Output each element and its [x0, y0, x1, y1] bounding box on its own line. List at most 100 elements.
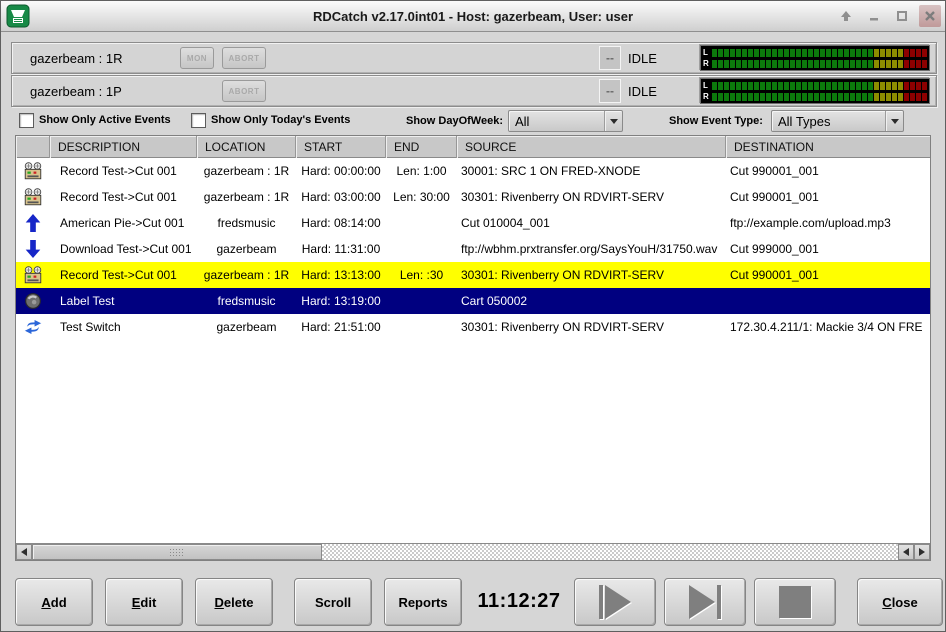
event-description: Record Test->Cut 001 [50, 164, 197, 178]
play-button[interactable] [574, 578, 656, 626]
minimize-icon [868, 10, 880, 22]
arrow-right-icon [919, 548, 925, 556]
column-header-end[interactable]: END [386, 136, 457, 158]
event-source: 30001: SRC 1 ON FRED-XNODE [457, 164, 726, 178]
event-description: Download Test->Cut 001 [50, 242, 197, 256]
close-icon [924, 10, 936, 22]
stop-button[interactable] [754, 578, 836, 626]
show-today-events-checkbox[interactable] [191, 113, 206, 128]
event-location: gazerbeam [197, 242, 296, 256]
maximize-icon [896, 10, 908, 22]
event-start: Hard: 08:14:00 [296, 216, 386, 230]
show-active-events-label: Show Only Active Events [39, 114, 171, 126]
event-location: gazerbeam : 1R [197, 164, 296, 178]
filter-bar: Show Only Active Events Show Only Today'… [1, 109, 945, 135]
reports-button[interactable]: Reports [384, 578, 462, 626]
event-location: fredsmusic [197, 294, 296, 308]
play-to-end-icon [689, 585, 721, 619]
event-source: Cart 050002 [457, 294, 726, 308]
edit-button[interactable]: Edit [105, 578, 183, 626]
play-deck-panel: gazerbeam : 1P ABORT -- IDLE L R [11, 75, 937, 107]
arrow-left-icon [903, 548, 909, 556]
record-deck-panel: gazerbeam : 1R MON ABORT -- IDLE L R [11, 42, 937, 74]
window-title: RDCatch v2.17.0int01 - Host: gazerbeam, … [1, 9, 945, 24]
column-header-source[interactable]: SOURCE [457, 136, 726, 158]
event-description: Record Test->Cut 001 [50, 190, 197, 204]
event-table-row[interactable]: Label Test fredsmusic Hard: 13:19:00 Car… [16, 288, 930, 314]
column-header-location[interactable]: LOCATION [197, 136, 296, 158]
event-location: fredsmusic [197, 216, 296, 230]
arrow-left-icon [21, 548, 27, 556]
eventtype-select[interactable]: All Types [771, 110, 904, 132]
play-next-button[interactable] [664, 578, 746, 626]
meter-right-label: R [703, 92, 712, 101]
event-table-body: Record Test->Cut 001 gazerbeam : 1R Hard… [16, 158, 930, 543]
add-button[interactable]: Add [15, 578, 93, 626]
event-end: Len: 1:00 [386, 164, 457, 178]
chevron-down-icon [604, 111, 622, 131]
event-source: Cut 010004_001 [457, 216, 726, 230]
scroll-button[interactable]: Scroll [294, 578, 372, 626]
event-end: Len: :30 [386, 268, 457, 282]
column-header-destination[interactable]: DESTINATION [726, 136, 930, 158]
abort-button[interactable]: ABORT [222, 80, 266, 102]
event-start: Hard: 13:13:00 [296, 268, 386, 282]
title-bar: RDCatch v2.17.0int01 - Host: gazerbeam, … [1, 1, 945, 32]
download-event-icon [23, 240, 43, 258]
scrollbar-thumb[interactable] [32, 544, 322, 560]
column-header-description[interactable]: DESCRIPTION [50, 136, 197, 158]
event-description: Label Test [50, 294, 197, 308]
audio-level-meter: L R [700, 78, 930, 104]
event-description: Test Switch [50, 320, 197, 334]
scroll-right-button[interactable] [914, 544, 930, 560]
event-location: gazerbeam : 1R [197, 268, 296, 282]
scrollbar-track[interactable] [322, 544, 898, 560]
column-header-start[interactable]: START [296, 136, 386, 158]
deck-name: gazerbeam : 1P [30, 84, 180, 99]
stop-icon [779, 586, 811, 618]
event-description: American Pie->Cut 001 [50, 216, 197, 230]
upload-event-icon [23, 214, 43, 232]
switch-event-icon [23, 318, 43, 336]
close-window-button[interactable] [919, 5, 941, 27]
chevron-down-icon [885, 111, 903, 131]
audio-level-meter: L R [700, 45, 930, 71]
event-table-header: DESCRIPTION LOCATION START END SOURCE DE… [16, 136, 930, 158]
show-active-events-checkbox[interactable] [19, 113, 34, 128]
horizontal-scrollbar[interactable] [16, 543, 930, 560]
deck-channel-indicator: -- [599, 46, 621, 70]
column-header-icon[interactable] [16, 136, 50, 158]
marker-event-icon [23, 292, 43, 310]
scroll-left-button[interactable] [16, 544, 32, 560]
event-destination: Cut 999000_001 [726, 242, 930, 256]
shade-icon [840, 10, 852, 22]
record-event-icon [23, 188, 43, 206]
event-destination: Cut 990001_001 [726, 190, 930, 204]
monitor-button[interactable]: MON [180, 47, 214, 69]
event-destination: Cut 990001_001 [726, 164, 930, 178]
event-table-row[interactable]: Test Switch gazerbeam Hard: 21:51:00 303… [16, 314, 930, 340]
record-event-icon [23, 162, 43, 180]
event-table-row[interactable]: Record Test->Cut 001 gazerbeam : 1R Hard… [16, 158, 930, 184]
shade-window-button[interactable] [835, 5, 857, 27]
abort-button[interactable]: ABORT [222, 47, 266, 69]
close-button[interactable]: Close [857, 578, 943, 626]
delete-button[interactable]: Delete [195, 578, 273, 626]
event-start: Hard: 13:19:00 [296, 294, 386, 308]
deck-channel-indicator: -- [599, 79, 621, 103]
event-source: ftp://wbhm.prxtransfer.org/SaysYouH/3175… [457, 242, 726, 256]
minimize-window-button[interactable] [863, 5, 885, 27]
event-table-row[interactable]: Record Test->Cut 001 gazerbeam : 1R Hard… [16, 262, 930, 288]
scroll-left-button-2[interactable] [898, 544, 914, 560]
event-table-row[interactable]: American Pie->Cut 001 fredsmusic Hard: 0… [16, 210, 930, 236]
event-table-row[interactable]: Download Test->Cut 001 gazerbeam Hard: 1… [16, 236, 930, 262]
event-source: 30301: Rivenberry ON RDVIRT-SERV [457, 268, 726, 282]
event-source: 30301: Rivenberry ON RDVIRT-SERV [457, 190, 726, 204]
maximize-window-button[interactable] [891, 5, 913, 27]
eventtype-value: All Types [772, 114, 885, 129]
eventtype-label: Show Event Type: [669, 115, 763, 127]
event-table-row[interactable]: Record Test->Cut 001 gazerbeam : 1R Hard… [16, 184, 930, 210]
dayofweek-select[interactable]: All [508, 110, 623, 132]
scrollbar-grip-icon [169, 548, 185, 557]
deck-status: IDLE [628, 51, 700, 66]
